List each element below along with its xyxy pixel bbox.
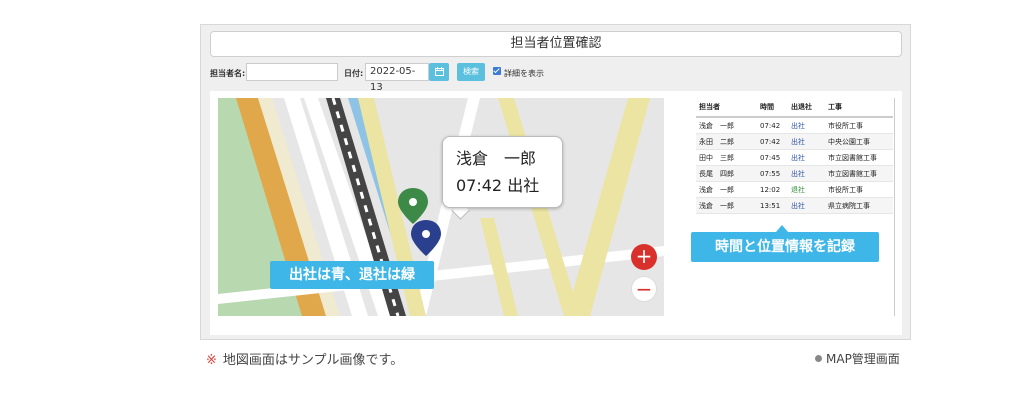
- note-text: 地図画面はサンプル画像です。: [222, 353, 404, 368]
- records-table: 担当者 時間 出退社 工事 浅倉 一郎 07:42 出社 市役所工事 永田 二郎: [696, 98, 895, 316]
- map-view[interactable]: 浅倉 一郎 07:42 出社 出社は青、退社は緑 + −: [218, 98, 664, 316]
- cell-site: 市立図書館工事: [825, 149, 893, 166]
- cell-time: 13:51: [757, 197, 788, 214]
- cell-status: 出社: [788, 197, 825, 214]
- cell-site: 中央公園工事: [825, 133, 893, 150]
- app-window: 担当者位置確認 担当者名: 日付: 2022-05-13 検索 詳細を表示 浅倉…: [200, 24, 911, 340]
- cell-person: 長尾 四郎: [696, 165, 757, 182]
- zoom-in-button[interactable]: +: [631, 244, 657, 270]
- location-popup: 浅倉 一郎 07:42 出社: [442, 136, 563, 208]
- cell-time: 07:45: [757, 149, 788, 166]
- cell-site: 市役所工事: [825, 117, 893, 134]
- records-callout: 時間と位置情報を記録: [691, 232, 879, 262]
- screen-caption: MAP管理画面: [815, 350, 900, 367]
- zoom-out-button[interactable]: −: [631, 276, 657, 302]
- cell-time: 07:42: [757, 117, 788, 134]
- table-row[interactable]: 浅倉 一郎 12:02 退社 市役所工事: [696, 181, 893, 198]
- col-person: 担当者: [696, 98, 757, 118]
- table-row[interactable]: 浅倉 一郎 13:51 出社 県立病院工事: [696, 197, 893, 214]
- cell-time: 12:02: [757, 181, 788, 198]
- details-checkbox[interactable]: [493, 67, 501, 75]
- cell-status: 出社: [788, 149, 825, 166]
- cell-person: 浅倉 一郎: [696, 197, 757, 214]
- sample-image-note: ※ 地図画面はサンプル画像です。: [206, 349, 403, 368]
- table-header: 担当者 時間 出退社 工事: [696, 98, 893, 118]
- cell-person: 浅倉 一郎: [696, 117, 757, 134]
- cell-time: 07:55: [757, 165, 788, 182]
- main-panel: 浅倉 一郎 07:42 出社 出社は青、退社は緑 + − 担当者 時間 出退社 …: [210, 91, 902, 335]
- date-input[interactable]: 2022-05-13: [365, 63, 429, 93]
- details-label: 詳細を表示: [504, 69, 544, 78]
- person-label: 担当者名:: [210, 69, 246, 78]
- table-row[interactable]: 永田 二郎 07:42 出社 中央公園工事: [696, 133, 893, 150]
- person-name-input[interactable]: [246, 63, 338, 81]
- cell-status: 出社: [788, 165, 825, 182]
- table-row[interactable]: 田中 三郎 07:45 出社 市立図書館工事: [696, 149, 893, 166]
- calendar-icon: [434, 67, 444, 76]
- page-title: 担当者位置確認: [210, 31, 902, 57]
- records-callout-pointer: [776, 225, 788, 232]
- cell-site: 市立図書館工事: [825, 165, 893, 182]
- note-mark: ※: [206, 353, 217, 368]
- calendar-button[interactable]: [429, 63, 449, 81]
- cell-status: 出社: [788, 117, 825, 134]
- filter-bar: 担当者名: 日付: 2022-05-13 検索 詳細を表示: [210, 63, 902, 93]
- popup-name: 浅倉 一郎: [456, 149, 537, 168]
- cell-status: 出社: [788, 133, 825, 150]
- col-time: 時間: [757, 98, 788, 118]
- table-row[interactable]: 浅倉 一郎 07:42 出社 市役所工事: [696, 117, 893, 134]
- cell-site: 市役所工事: [825, 181, 893, 198]
- col-site: 工事: [825, 98, 893, 118]
- cell-person: 永田 二郎: [696, 133, 757, 150]
- caption-text: MAP管理画面: [826, 352, 900, 366]
- date-label: 日付:: [344, 69, 364, 78]
- cell-site: 県立病院工事: [825, 197, 893, 214]
- popup-time-status: 07:42 出社: [456, 176, 540, 195]
- bullet-icon: [815, 355, 822, 362]
- cell-person: 田中 三郎: [696, 149, 757, 166]
- cell-time: 07:42: [757, 133, 788, 150]
- cell-person: 浅倉 一郎: [696, 181, 757, 198]
- legend-callout: 出社は青、退社は緑: [270, 261, 434, 289]
- col-status: 出退社: [788, 98, 825, 118]
- table-row[interactable]: 長尾 四郎 07:55 出社 市立図書館工事: [696, 165, 893, 182]
- search-button[interactable]: 検索: [457, 63, 485, 81]
- cell-status: 退社: [788, 181, 825, 198]
